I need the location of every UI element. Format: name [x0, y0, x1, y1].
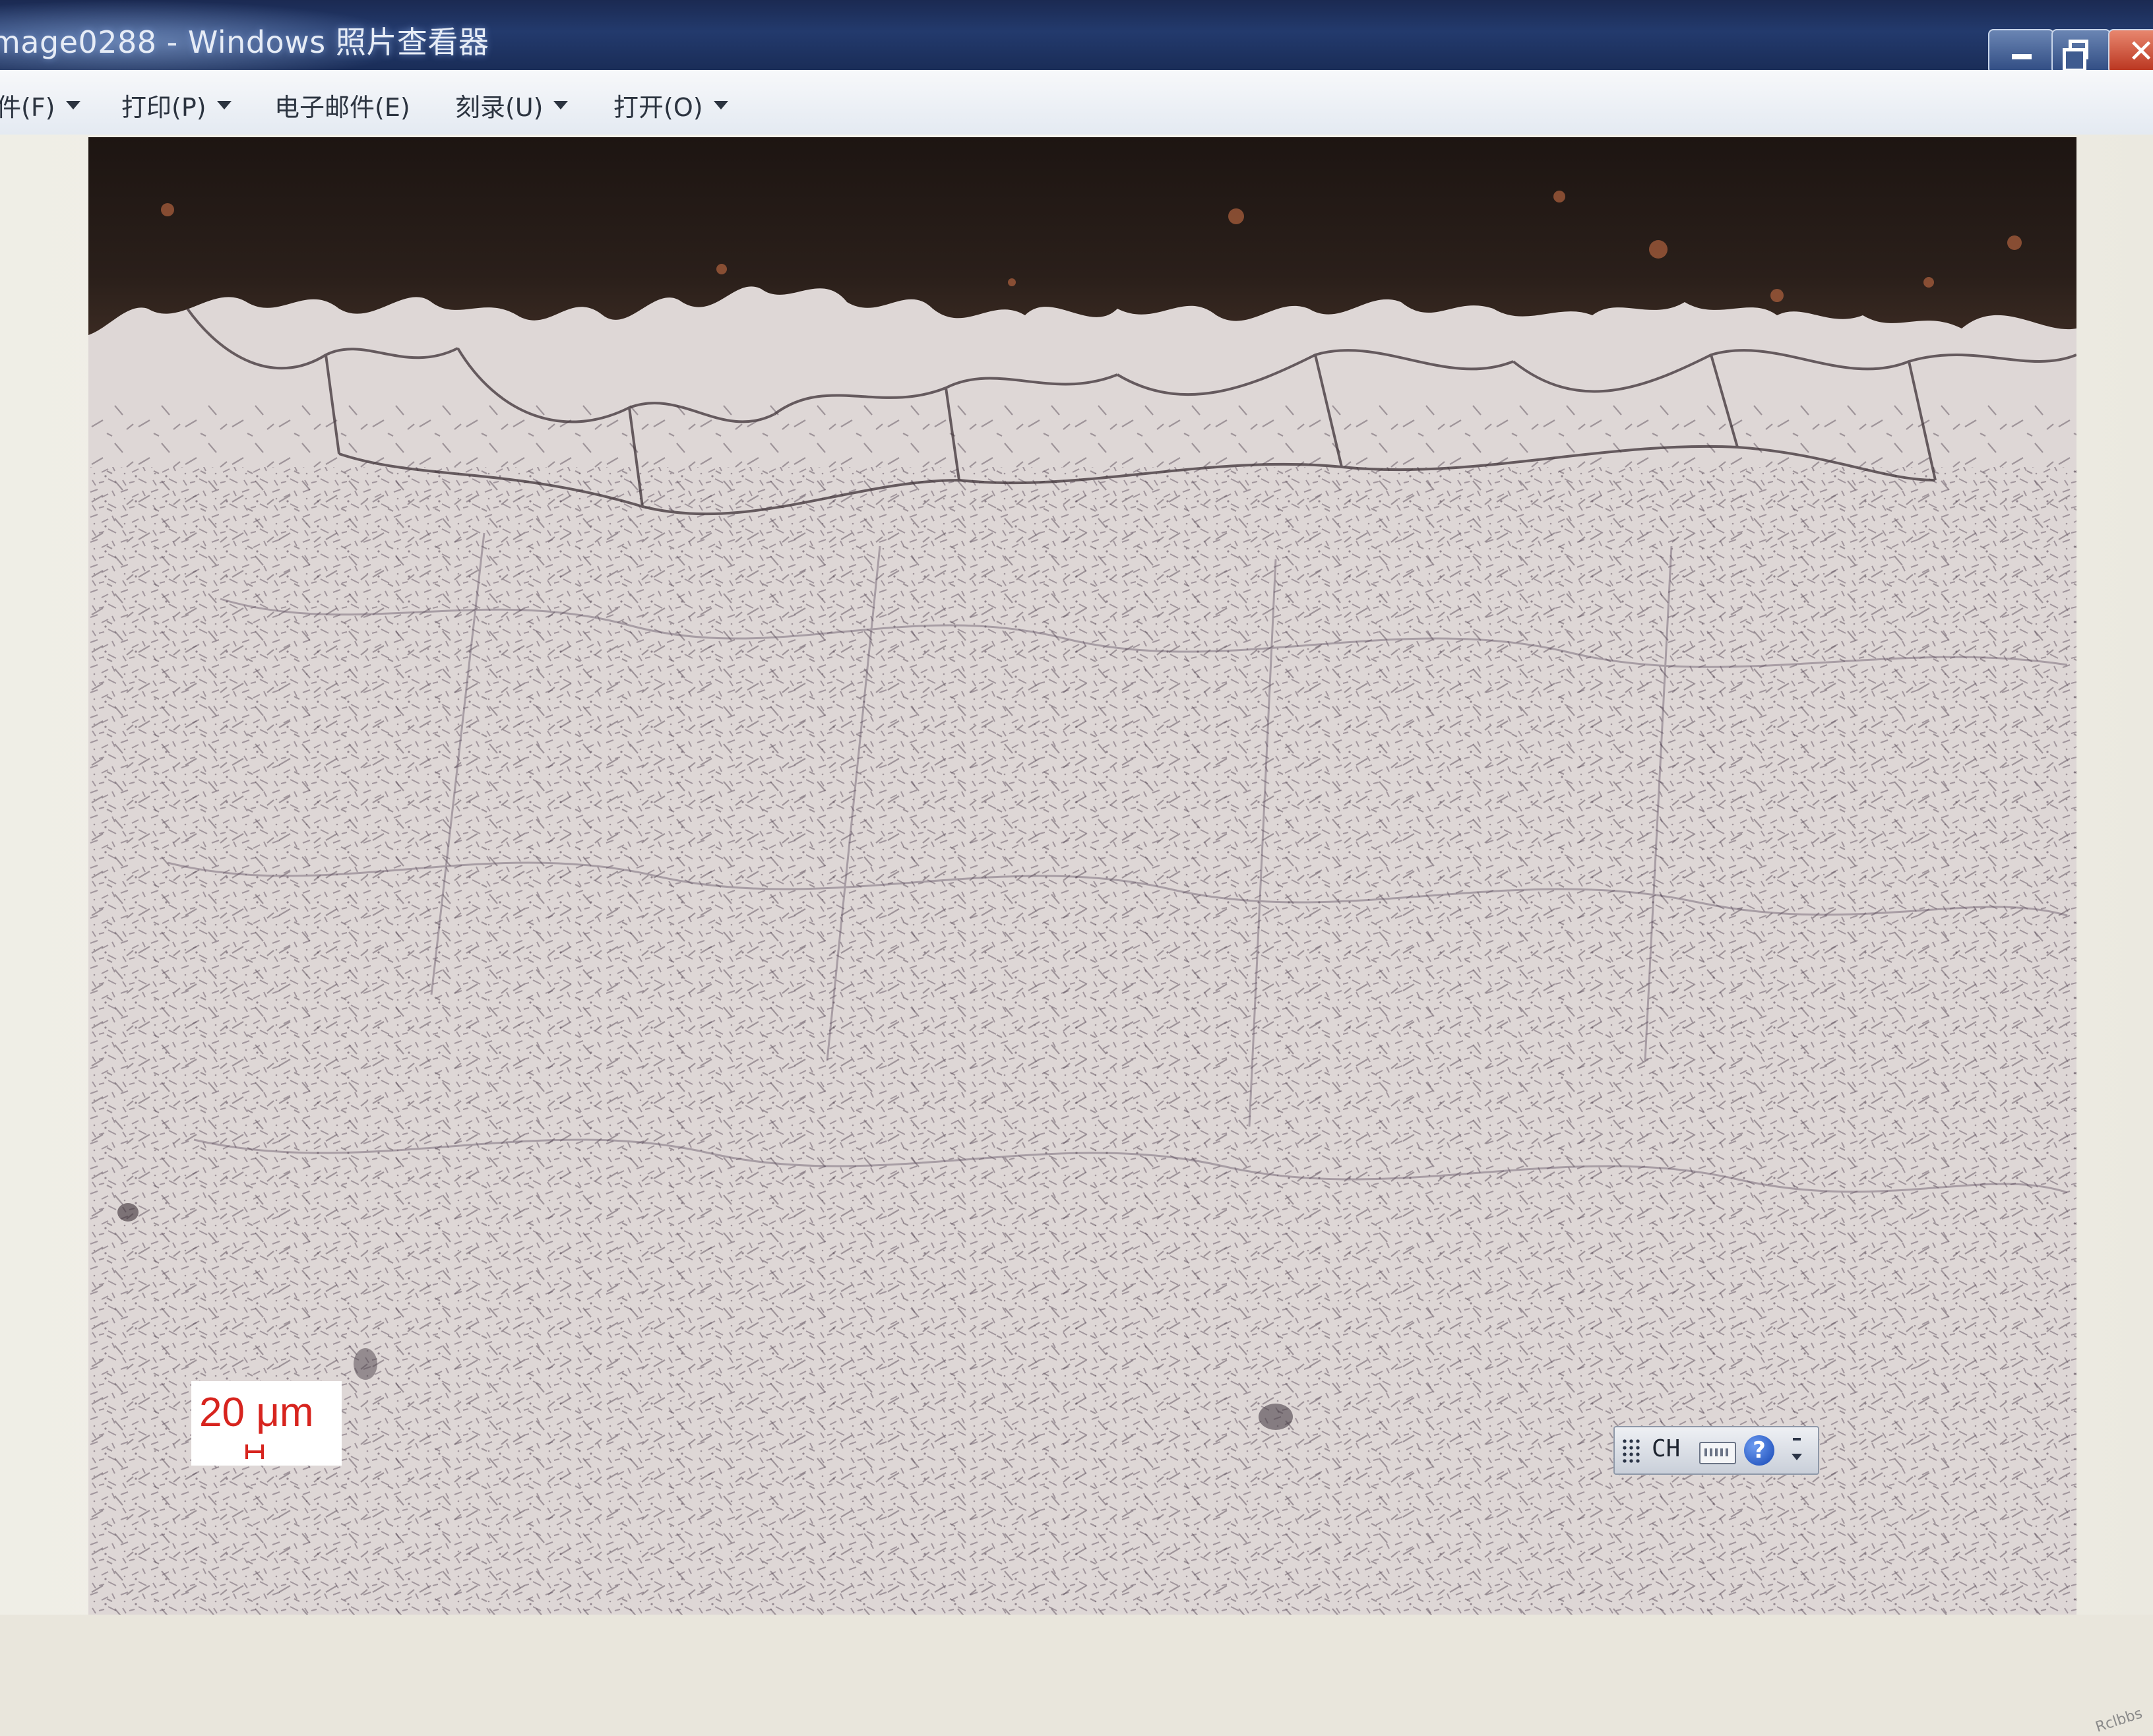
language-bar[interactable]: CH ? — [1613, 1426, 1819, 1475]
window-title: mage0288 - Windows 照片查看器 — [0, 24, 489, 60]
scale-bar: 20 μm — [191, 1381, 342, 1466]
grip-icon[interactable] — [1621, 1438, 1640, 1463]
menu-bar: 件(F) 打印(P) 电子邮件(E) 刻录(U) 打开(O) — [0, 70, 2153, 136]
input-language[interactable]: CH — [1652, 1435, 1680, 1462]
close-button[interactable]: ✕ — [2108, 29, 2153, 70]
scale-label: 20 μm — [199, 1390, 314, 1435]
menu-burn-label: 刻录(U) — [455, 93, 544, 122]
menu-file[interactable]: 件(F) — [0, 87, 80, 123]
restore-icon — [2063, 40, 2088, 70]
watermark: Rclbbs — [2093, 1705, 2144, 1736]
help-icon[interactable]: ? — [1744, 1435, 1774, 1466]
menu-print-label: 打印(P) — [121, 93, 206, 122]
image-viewer: 20 μm CH ? Rclbbs — [0, 135, 2153, 1736]
chevron-down-icon — [216, 101, 232, 109]
chevron-down-icon — [713, 101, 728, 109]
menu-print[interactable]: 打印(P) — [121, 87, 232, 123]
minimize-icon — [2012, 54, 2032, 59]
menu-email-label: 电子邮件(E) — [274, 93, 410, 122]
minimize-button[interactable] — [1988, 29, 2054, 70]
title-bar: mage0288 - Windows 照片查看器 ✕ — [0, 0, 2153, 70]
close-icon: ✕ — [2128, 33, 2153, 70]
menu-open[interactable]: 打开(O) — [613, 87, 728, 123]
chevron-down-icon — [65, 101, 80, 109]
menu-email[interactable]: 电子邮件(E) — [274, 87, 410, 123]
options-icon[interactable] — [1788, 1435, 1807, 1466]
menu-burn[interactable]: 刻录(U) — [455, 87, 569, 123]
micrograph-image: 20 μm — [88, 137, 2076, 1615]
restore-button[interactable] — [2051, 29, 2111, 70]
micrograph-texture — [88, 137, 2076, 1615]
menu-open-label: 打开(O) — [613, 93, 703, 122]
scale-marker — [245, 1444, 264, 1459]
chevron-down-icon — [553, 101, 569, 109]
menu-file-label: 件(F) — [0, 93, 55, 122]
keyboard-icon[interactable] — [1699, 1442, 1736, 1464]
